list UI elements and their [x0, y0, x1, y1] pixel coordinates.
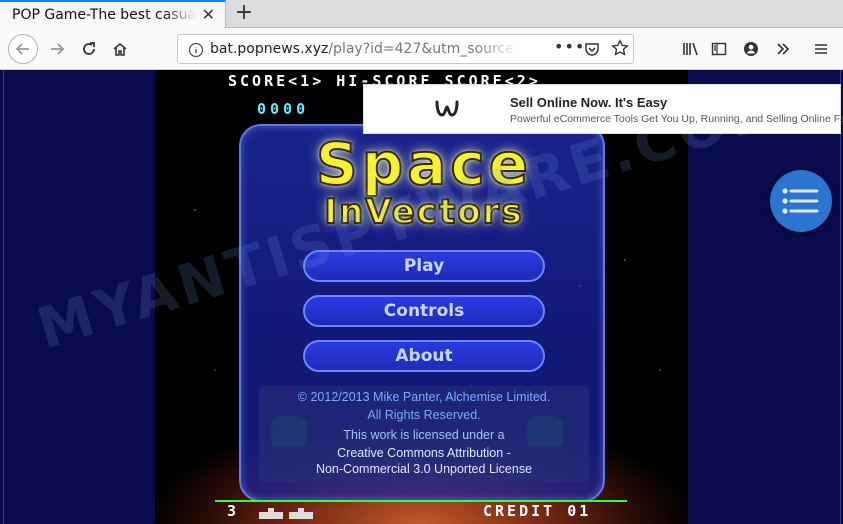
double-chevron-right-icon: [777, 43, 790, 55]
info-icon[interactable]: [188, 42, 204, 58]
library-button[interactable]: [678, 36, 704, 62]
url-host: bat.popnews.xyz: [210, 41, 329, 57]
tab-title: POP Game-The best casual games: [12, 7, 196, 23]
sidebar-button[interactable]: [706, 36, 732, 62]
sidebar-icon: [711, 42, 727, 56]
ad-title[interactable]: Sell Online Now. It's Easy: [510, 95, 667, 110]
bookmark-star-icon[interactable]: [611, 39, 629, 57]
credit-line: © 2012/2013 Mike Panter, Alchemise Limit…: [297, 390, 551, 404]
overflow-button[interactable]: [770, 36, 796, 62]
arrow-right-icon: [51, 43, 65, 55]
pocket-icon[interactable]: [584, 41, 600, 57]
license-link[interactable]: Creative Commons Attribution -: [259, 446, 589, 460]
library-icon: [683, 42, 698, 56]
page-actions-icon[interactable]: •••: [554, 37, 585, 56]
license-link[interactable]: Non-Commercial 3.0 Unported License: [259, 462, 589, 476]
account-icon: [744, 42, 758, 56]
game-canvas[interactable]: SCORE<1> HI-SCORE SCORE<2> 0000 Space In…: [155, 70, 688, 524]
license-link[interactable]: This work is licensed under a: [259, 428, 589, 442]
title-panel: Space InVectors Play Controls About © 20…: [239, 124, 605, 502]
credits-box: © 2012/2013 Mike Panter, Alchemise Limit…: [259, 386, 589, 482]
player-ship-icon: [259, 508, 283, 519]
close-tab-icon[interactable]: ✕: [202, 5, 215, 24]
list-menu-icon: [782, 188, 819, 214]
forward-button[interactable]: [44, 36, 70, 62]
nav-toolbar: bat.popnews.xyz/play?id=427&utm_source=0…: [0, 28, 843, 70]
credit-counter: CREDIT 01: [483, 502, 592, 520]
play-button[interactable]: Play: [303, 250, 545, 282]
home-icon: [113, 42, 127, 56]
url-path: /play?id=427&utm_source=0: [328, 41, 518, 57]
lives-count: 3: [227, 502, 240, 520]
reload-icon: [83, 42, 95, 55]
new-tab-icon[interactable]: +: [232, 0, 256, 26]
page-content: SCORE<1> HI-SCORE SCORE<2> 0000 Space In…: [0, 70, 843, 524]
weebly-logo-icon: [435, 100, 459, 117]
arrow-left-icon: [15, 43, 29, 55]
score-value: 0000: [257, 100, 310, 118]
player-ship-icon: [289, 508, 313, 519]
url-bar[interactable]: bat.popnews.xyz/play?id=427&utm_source=0…: [177, 34, 634, 64]
credit-line: All Rights Reserved.: [367, 408, 481, 422]
account-button[interactable]: [738, 36, 764, 62]
controls-button[interactable]: Controls: [303, 295, 545, 327]
reload-button[interactable]: [76, 36, 102, 62]
app-menu-button[interactable]: [808, 36, 834, 62]
active-tab[interactable]: POP Game-The best casual games ✕: [0, 0, 226, 28]
back-button[interactable]: [8, 34, 38, 64]
hamburger-icon: [815, 44, 827, 54]
ad-banner[interactable]: Sell Online Now. It's Easy Powerful eCom…: [363, 84, 843, 134]
game-logo-invectors: InVectors: [323, 191, 524, 233]
floating-menu-button[interactable]: [770, 170, 832, 232]
tab-bar: POP Game-The best casual games ✕ +: [0, 0, 843, 28]
about-button[interactable]: About: [303, 340, 545, 372]
ad-subtitle: Powerful eCommerce Tools Get You Up, Run…: [510, 113, 843, 125]
url-text[interactable]: bat.popnews.xyz/play?id=427&utm_source=0: [210, 41, 518, 57]
game-logo-space: Space: [315, 129, 533, 199]
home-button[interactable]: [107, 36, 133, 62]
